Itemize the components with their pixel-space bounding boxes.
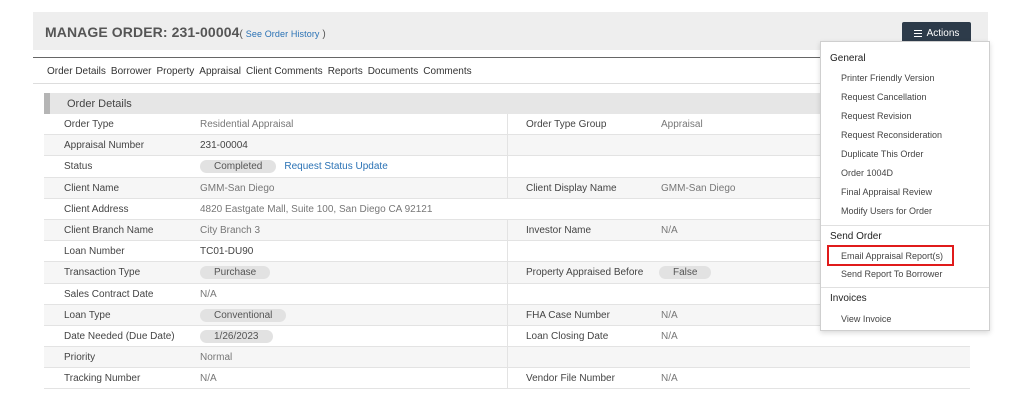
column-divider: [507, 219, 508, 241]
tab-order-details[interactable]: Order Details: [47, 66, 106, 77]
field-value: 4820 Eastgate Mall, Suite 100, San Diego…: [200, 203, 433, 215]
actions-label: Actions: [926, 27, 960, 39]
menu-item-final-appraisal-review[interactable]: Final Appraisal Review: [821, 187, 932, 197]
tab-borrower[interactable]: Borrower: [111, 66, 152, 77]
column-divider: [507, 114, 508, 135]
field-label: Investor Name: [526, 224, 592, 236]
field-label: Tracking Number: [64, 373, 141, 385]
menu-item-printer-friendly-version[interactable]: Printer Friendly Version: [821, 73, 935, 83]
value-badge: 1/26/2023: [200, 329, 273, 343]
field-label: Transaction Type: [64, 267, 141, 279]
tab-client-comments[interactable]: Client Comments: [246, 66, 323, 77]
menu-item-request-revision[interactable]: Request Revision: [821, 111, 912, 121]
menu-item-request-reconsideration[interactable]: Request Reconsideration: [821, 130, 942, 140]
field-value: N/A: [661, 373, 678, 385]
column-divider: [507, 368, 508, 389]
field-value: Residential Appraisal: [200, 119, 294, 130]
column-divider: [507, 304, 508, 325]
field-value: Purchase: [200, 266, 271, 280]
order-number: 231-00004: [171, 24, 240, 40]
menu-group-invoices: Invoices: [830, 293, 867, 304]
actions-dropdown: General Printer Friendly Version Request C…: [820, 41, 990, 331]
field-label: Client Display Name: [526, 182, 617, 194]
field-value: N/A: [661, 309, 678, 321]
field-value: N/A: [200, 288, 217, 300]
menu-item-send-report-to-borrower[interactable]: Send Report To Borrower: [821, 269, 942, 279]
column-divider: [507, 347, 508, 368]
field-label: Appraisal Number: [64, 140, 145, 152]
field-label: Loan Closing Date: [526, 330, 609, 342]
field-label: Loan Type: [64, 309, 111, 321]
menu-icon: [913, 29, 922, 37]
field-label: Vendor File Number: [526, 373, 615, 385]
field-value: Completed Request Status Update: [200, 160, 388, 174]
field-value: N/A: [661, 224, 678, 236]
tab-bar: Order Details Borrower Property Appraisal Cl…: [47, 66, 477, 77]
tabs-divider-top: [33, 57, 833, 58]
field-value: Conventional: [200, 308, 287, 322]
menu-group-send-order: Send Order: [830, 231, 882, 242]
field-value: 1/26/2023: [200, 329, 273, 343]
section-title: Order Details: [67, 98, 132, 110]
tab-reports[interactable]: Reports: [328, 66, 363, 77]
column-divider: [507, 325, 508, 347]
field-label: Client Address: [64, 203, 129, 215]
table-row: Priority Normal: [44, 347, 970, 369]
title-prefix: MANAGE ORDER:: [45, 24, 172, 40]
column-divider: [507, 283, 508, 304]
field-label: Order Type: [64, 119, 114, 130]
order-history-link[interactable]: See Order History: [246, 29, 320, 39]
value-badge: Completed: [200, 160, 277, 174]
field-label: Client Branch Name: [64, 224, 154, 236]
menu-separator: [821, 287, 989, 288]
menu-item-request-cancellation[interactable]: Request Cancellation: [821, 92, 927, 102]
menu-item-order-1004d[interactable]: Order 1004D: [821, 168, 893, 178]
tab-documents[interactable]: Documents: [368, 66, 419, 77]
field-label: Loan Number: [64, 246, 125, 258]
field-label: Priority: [64, 352, 96, 364]
column-divider: [507, 135, 508, 156]
table-row: Tracking Number N/A Vendor File Number N/A: [44, 368, 970, 390]
column-divider: [507, 156, 508, 177]
request-status-update-link[interactable]: Request Status Update: [284, 161, 387, 172]
field-value: TC01-DU90: [200, 246, 254, 258]
tab-comments[interactable]: Comments: [423, 66, 471, 77]
field-value: Appraisal: [661, 119, 703, 130]
menu-separator: [821, 225, 989, 226]
value-badge: Purchase: [200, 266, 271, 280]
column-divider: [507, 241, 508, 262]
field-value: GMM-San Diego: [200, 182, 275, 194]
menu-item-view-invoice[interactable]: View Invoice: [821, 314, 891, 324]
field-value: 231-00004: [200, 140, 248, 152]
menu-item-modify-users-for-order[interactable]: Modify Users for Order: [821, 206, 932, 216]
history-paren-close: ): [319, 29, 326, 40]
field-label: FHA Case Number: [526, 309, 610, 321]
tabs-divider-bottom: [33, 83, 833, 84]
value-badge: False: [659, 266, 712, 280]
menu-group-general: General: [830, 53, 866, 64]
value-badge: Conventional: [200, 308, 287, 322]
tab-property[interactable]: Property: [156, 66, 194, 77]
field-value: City Branch 3: [200, 224, 261, 236]
field-value: Normal: [200, 352, 233, 364]
field-label: Order Type Group: [526, 119, 607, 130]
field-label: Status: [64, 161, 93, 173]
field-value: N/A: [661, 330, 678, 342]
field-label: Client Name: [64, 182, 120, 194]
column-divider: [507, 177, 508, 198]
page-title: MANAGE ORDER: 231-00004( See Order Histo…: [45, 24, 326, 40]
highlight-box: [827, 245, 954, 266]
field-value: False: [659, 266, 712, 280]
field-value: GMM-San Diego: [661, 182, 736, 194]
field-label: Property Appraised Before: [526, 267, 644, 279]
column-divider: [507, 262, 508, 283]
field-label: Date Needed (Due Date): [64, 330, 175, 342]
menu-item-duplicate-this-order[interactable]: Duplicate This Order: [821, 149, 923, 159]
field-label: Sales Contract Date: [64, 288, 154, 300]
tab-appraisal[interactable]: Appraisal: [199, 66, 241, 77]
field-value: N/A: [200, 373, 217, 385]
